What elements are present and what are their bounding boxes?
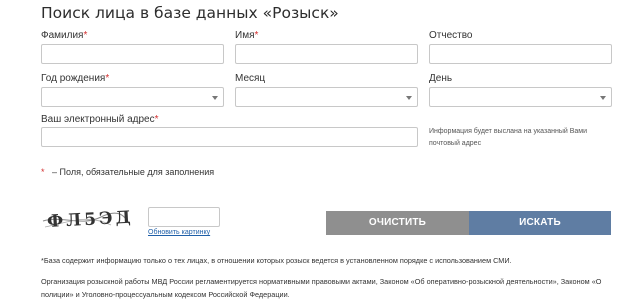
database-footnote: *База содержит информацию только о тех л… [41,256,512,265]
chevron-down-icon [406,96,412,100]
page-title: Поиск лица в базе данных «Розыск» [41,4,339,22]
name-input[interactable] [235,44,418,64]
required-mark: * [254,30,259,41]
email-input[interactable] [41,127,418,147]
required-mark: * [83,30,88,41]
day-label: День [429,73,453,84]
patronymic-input[interactable] [429,44,612,64]
email-label-text: Ваш электронный адрес [41,114,155,125]
captcha-graphic: ФЛ5ЭД [42,208,134,233]
surname-input[interactable] [41,44,224,64]
month-label: Месяц [235,73,266,84]
birth-year-select[interactable] [41,87,224,107]
email-hint: Информация будет выслана на указанный Ва… [429,128,587,147]
refresh-captcha-link[interactable]: Обновить картинку [148,229,210,236]
required-mark: * [154,114,159,125]
legal-text: Организация розыскной работы МВД России … [41,277,602,299]
patronymic-label: Отчество [429,30,473,41]
name-label: Имя* [235,30,258,41]
chevron-down-icon [600,96,606,100]
birth-year-label: Год рождения* [41,73,109,84]
email-label: Ваш электронный адрес* [41,114,159,125]
day-select[interactable] [429,87,612,107]
surname-label: Фамилия* [41,30,87,41]
captcha-input[interactable] [148,207,220,227]
month-select[interactable] [235,87,418,107]
surname-label-text: Фамилия [41,30,84,41]
required-note-text: – Поля, обязательные для заполнения [52,167,215,177]
required-note: * – Поля, обязательные для заполнения [41,167,214,177]
clear-button[interactable]: ОЧИСТИТЬ [326,211,469,235]
captcha-text: ФЛ5ЭД [47,208,131,233]
birth-year-label-text: Год рождения [41,73,106,84]
required-mark: * [105,73,110,84]
required-mark: * [41,167,45,177]
chevron-down-icon [212,96,218,100]
name-label-text: Имя [235,30,255,41]
search-button[interactable]: ИСКАТЬ [469,211,611,235]
captcha-image: ФЛ5ЭД [41,205,134,233]
